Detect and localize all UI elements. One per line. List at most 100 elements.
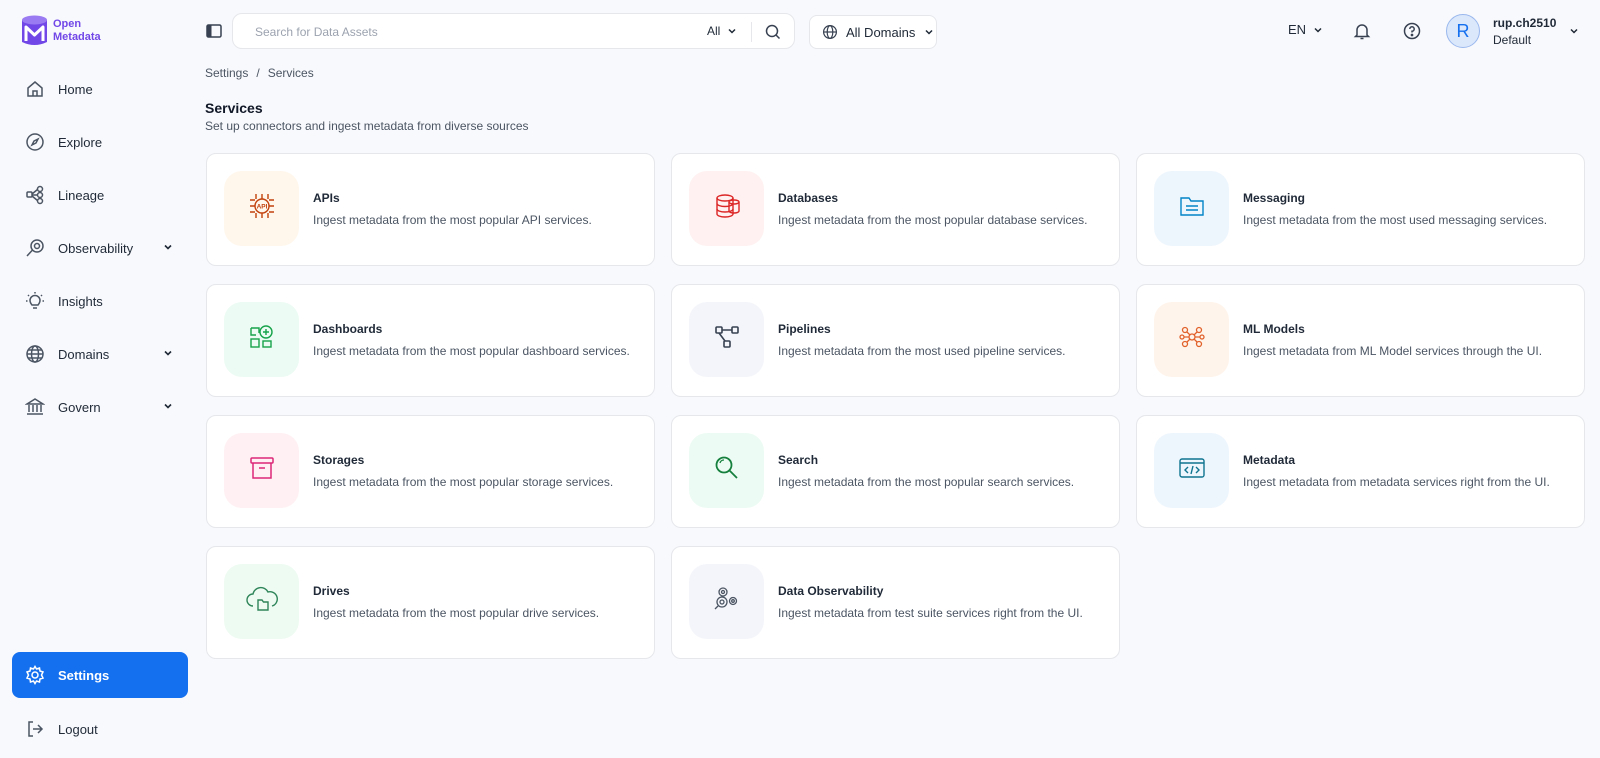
service-title: Data Observability — [778, 583, 884, 598]
sidebar-item-govern[interactable]: Govern — [12, 384, 188, 430]
service-card-drives[interactable]: Drives Ingest metadata from the most pop… — [206, 546, 655, 659]
service-card-text: Metadata Ingest metadata from metadata s… — [1243, 416, 1570, 527]
service-card-search[interactable]: Search Ingest metadata from the most pop… — [671, 415, 1120, 528]
chevron-down-icon — [164, 350, 172, 356]
service-card-text: Pipelines Ingest metadata from the most … — [778, 285, 1105, 396]
service-icon-bg — [1154, 433, 1229, 508]
search-divider — [751, 22, 752, 42]
service-title: Search — [778, 452, 819, 467]
service-title: Drives — [313, 583, 350, 598]
sidebar-item-insights[interactable]: Insights — [12, 278, 188, 324]
service-card-text: Search Ingest metadata from the most pop… — [778, 416, 1105, 527]
service-card-messaging[interactable]: Messaging Ingest metadata from the most … — [1136, 153, 1585, 266]
gear-icon — [24, 664, 46, 686]
lightbulb-icon — [24, 290, 46, 312]
globe-icon — [823, 25, 837, 39]
sidebar-item-label: Settings — [58, 667, 110, 683]
breadcrumb-separator: / — [256, 66, 260, 80]
search-bar: All — [232, 13, 795, 49]
folder-icon — [1177, 191, 1207, 226]
chevron-down-icon — [728, 28, 736, 34]
page-subtitle: Set up connectors and ingest metadata fr… — [205, 119, 529, 133]
service-icon-bg — [1154, 302, 1229, 377]
service-icon-bg — [224, 433, 299, 508]
service-title: Dashboards — [313, 321, 383, 336]
service-card-text: Storages Ingest metadata from the most p… — [313, 416, 640, 527]
domains-dropdown[interactable]: All Domains — [809, 15, 937, 49]
service-icon-bg — [689, 564, 764, 639]
home-icon — [24, 78, 46, 100]
service-title: Databases — [778, 190, 839, 205]
service-title: ML Models — [1243, 321, 1305, 336]
ml-model-icon — [1177, 322, 1207, 357]
service-description: Ingest metadata from the most popular da… — [778, 212, 1088, 227]
archive-icon — [247, 453, 277, 488]
service-card-apis[interactable]: API APIs Ingest metadata from the most p… — [206, 153, 655, 266]
sidebar-item-lineage[interactable]: Lineage — [12, 172, 188, 218]
code-window-icon — [1177, 453, 1207, 488]
sidebar: Open Metadata Home Explore Lineage Obser… — [0, 0, 200, 758]
user-name[interactable]: rup.ch2510 — [1493, 16, 1556, 30]
sidebar-item-label: Explore — [58, 134, 103, 150]
sidebar-item-logout[interactable]: Logout — [12, 706, 188, 752]
sidebar-item-label: Observability — [58, 240, 134, 256]
service-card-data-observability[interactable]: Data Observability Ingest metadata from … — [671, 546, 1120, 659]
chevron-down-icon — [1314, 27, 1322, 33]
service-card-ml-models[interactable]: ML Models Ingest metadata from ML Model … — [1136, 284, 1585, 397]
pipeline-icon — [712, 322, 742, 357]
sidebar-item-settings[interactable]: Settings — [12, 652, 188, 698]
service-description: Ingest metadata from the most popular dr… — [313, 605, 600, 620]
service-icon-bg: API — [224, 171, 299, 246]
openmetadata-logo-icon — [22, 15, 47, 45]
chevron-down-icon — [164, 244, 172, 250]
service-card-text: Dashboards Ingest metadata from the most… — [313, 285, 640, 396]
breadcrumb-settings-link[interactable]: Settings — [205, 66, 248, 80]
sidebar-item-label: Lineage — [58, 187, 105, 203]
search-scope-label: All — [707, 24, 721, 38]
help-icon[interactable] — [1402, 21, 1422, 41]
service-card-text: APIs Ingest metadata from the most popul… — [313, 154, 640, 265]
openmetadata-logo[interactable]: Open Metadata — [20, 14, 101, 48]
logout-icon — [24, 718, 46, 740]
service-icon-bg — [689, 302, 764, 377]
domains-label: All Domains — [846, 24, 916, 40]
sidebar-item-observability[interactable]: Observability — [12, 225, 188, 271]
sidebar-item-label: Insights — [58, 293, 103, 309]
lineage-icon — [24, 184, 46, 206]
language-label: EN — [1288, 22, 1307, 37]
sidebar-item-explore[interactable]: Explore — [12, 119, 188, 165]
service-icon-bg — [224, 564, 299, 639]
service-icon-bg — [224, 302, 299, 377]
service-description: Ingest metadata from metadata services r… — [1243, 474, 1550, 489]
service-description: Ingest metadata from the most popular AP… — [313, 212, 592, 227]
logo-line-2: Metadata — [53, 31, 101, 43]
chevron-down-icon — [164, 403, 172, 409]
service-card-text: Drives Ingest metadata from the most pop… — [313, 547, 640, 658]
service-card-metadata[interactable]: Metadata Ingest metadata from metadata s… — [1136, 415, 1585, 528]
bell-icon[interactable] — [1352, 21, 1372, 41]
sidebar-toggle-icon[interactable] — [205, 22, 223, 40]
service-description: Ingest metadata from the most used pipel… — [778, 343, 1066, 358]
service-card-storages[interactable]: Storages Ingest metadata from the most p… — [206, 415, 655, 528]
search-scope-dropdown[interactable]: All — [707, 14, 738, 48]
service-title: Pipelines — [778, 321, 831, 336]
compass-icon — [24, 131, 46, 153]
sidebar-item-label: Govern — [58, 399, 101, 415]
sidebar-item-domains[interactable]: Domains — [12, 331, 188, 377]
page-title: Services — [205, 100, 263, 116]
sidebar-item-label: Domains — [58, 346, 110, 362]
api-chip-icon: API — [247, 191, 277, 226]
chevron-down-icon[interactable] — [1568, 25, 1580, 37]
sidebar-item-label: Logout — [58, 721, 98, 737]
sidebar-item-home[interactable]: Home — [12, 66, 188, 112]
service-card-databases[interactable]: Databases Ingest metadata from the most … — [671, 153, 1120, 266]
service-title: Messaging — [1243, 190, 1306, 205]
search-icon[interactable] — [763, 22, 783, 42]
service-card-pipelines[interactable]: Pipelines Ingest metadata from the most … — [671, 284, 1120, 397]
search-input[interactable] — [255, 22, 655, 42]
avatar[interactable]: R — [1446, 14, 1480, 48]
service-card-dashboards[interactable]: Dashboards Ingest metadata from the most… — [206, 284, 655, 397]
logo-line-1: Open — [53, 18, 82, 30]
language-selector[interactable]: EN — [1288, 22, 1324, 37]
service-description: Ingest metadata from the most popular st… — [313, 474, 614, 489]
